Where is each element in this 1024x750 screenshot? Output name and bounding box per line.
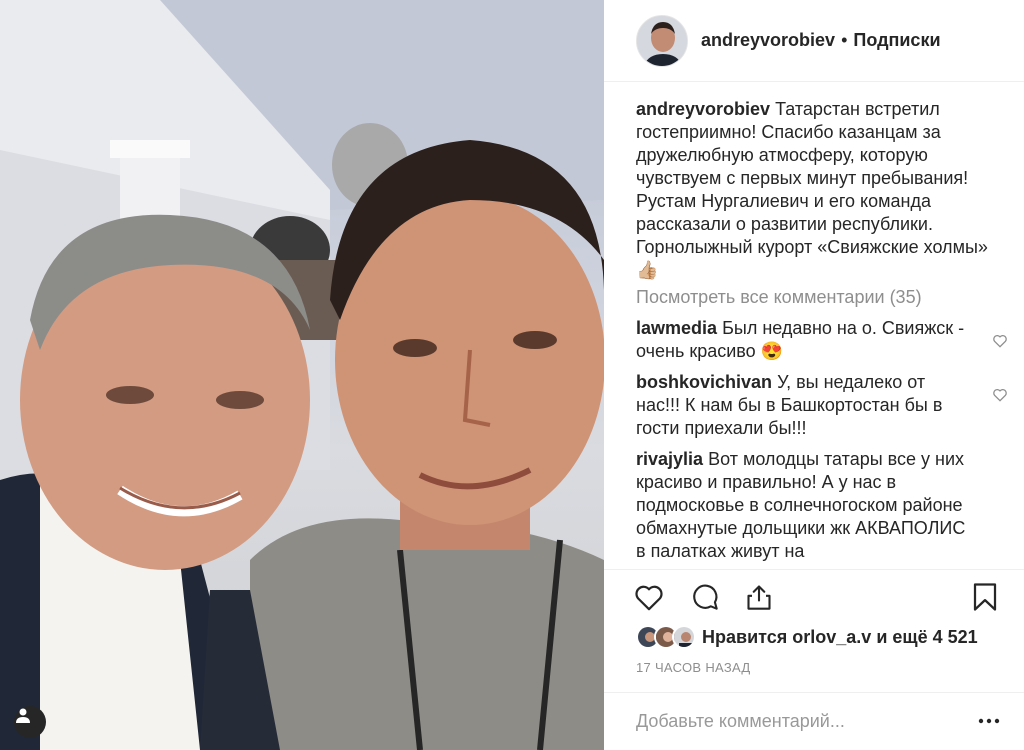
post-side-panel: andreyvorobiev • Подписки andreyvorobiev… <box>604 0 1024 750</box>
likes-username[interactable]: orlov_a.v <box>792 627 871 647</box>
username-link[interactable]: andreyvorobiev <box>701 30 835 51</box>
comment-username[interactable]: boshkovichivan <box>636 372 772 392</box>
user-icon[interactable] <box>14 706 46 738</box>
view-all-comments-link[interactable]: Посмотреть все комментарии (35) <box>636 286 1008 309</box>
heart-icon[interactable] <box>632 580 666 614</box>
comment-username[interactable]: lawmedia <box>636 318 717 338</box>
likes-row: Нравится orlov_a.v и ещё 4 521 <box>636 622 978 652</box>
heart-icon[interactable] <box>992 385 1008 408</box>
likes-summary[interactable]: Нравится orlov_a.v и ещё 4 521 <box>702 627 978 648</box>
separator-dot: • <box>841 30 848 50</box>
share-icon[interactable] <box>742 580 776 614</box>
action-bar <box>604 569 1024 619</box>
liker-avatar[interactable] <box>672 625 696 649</box>
comments-section: andreyvorobiev Татарстан встретил гостеп… <box>636 98 1008 568</box>
caption-username[interactable]: andreyvorobiev <box>636 99 770 119</box>
comment-item: boshkovichivan У, вы недалеко от нас!!! … <box>636 371 1008 440</box>
bookmark-icon[interactable] <box>968 580 1002 614</box>
add-comment-input[interactable] <box>636 711 956 732</box>
likes-prefix: Нравится <box>702 626 788 647</box>
comment-item: lawmedia Был недавно на о. Свияжск - оче… <box>636 317 1008 363</box>
comment-item: rivajylia Вот молодцы татары все у них к… <box>636 448 1008 563</box>
likes-count[interactable]: и ещё 4 521 <box>876 627 977 647</box>
selfie-image <box>0 0 604 750</box>
caption-text: Татарстан встретил гостеприимно! Спасибо… <box>636 99 988 280</box>
comment-username[interactable]: rivajylia <box>636 449 703 469</box>
post-timestamp[interactable]: 17 ЧАСОВ НАЗАД <box>636 660 751 675</box>
comment-icon[interactable] <box>688 580 722 614</box>
post-header: andreyvorobiev • Подписки <box>604 0 1024 82</box>
more-options-icon[interactable] <box>978 711 1000 729</box>
heart-icon[interactable] <box>992 331 1008 354</box>
avatar[interactable] <box>636 14 688 67</box>
post-caption: andreyvorobiev Татарстан встретил гостеп… <box>636 98 1008 282</box>
post-photo[interactable] <box>0 0 604 750</box>
following-button[interactable]: Подписки <box>853 30 940 51</box>
add-comment-bar <box>604 692 1024 750</box>
